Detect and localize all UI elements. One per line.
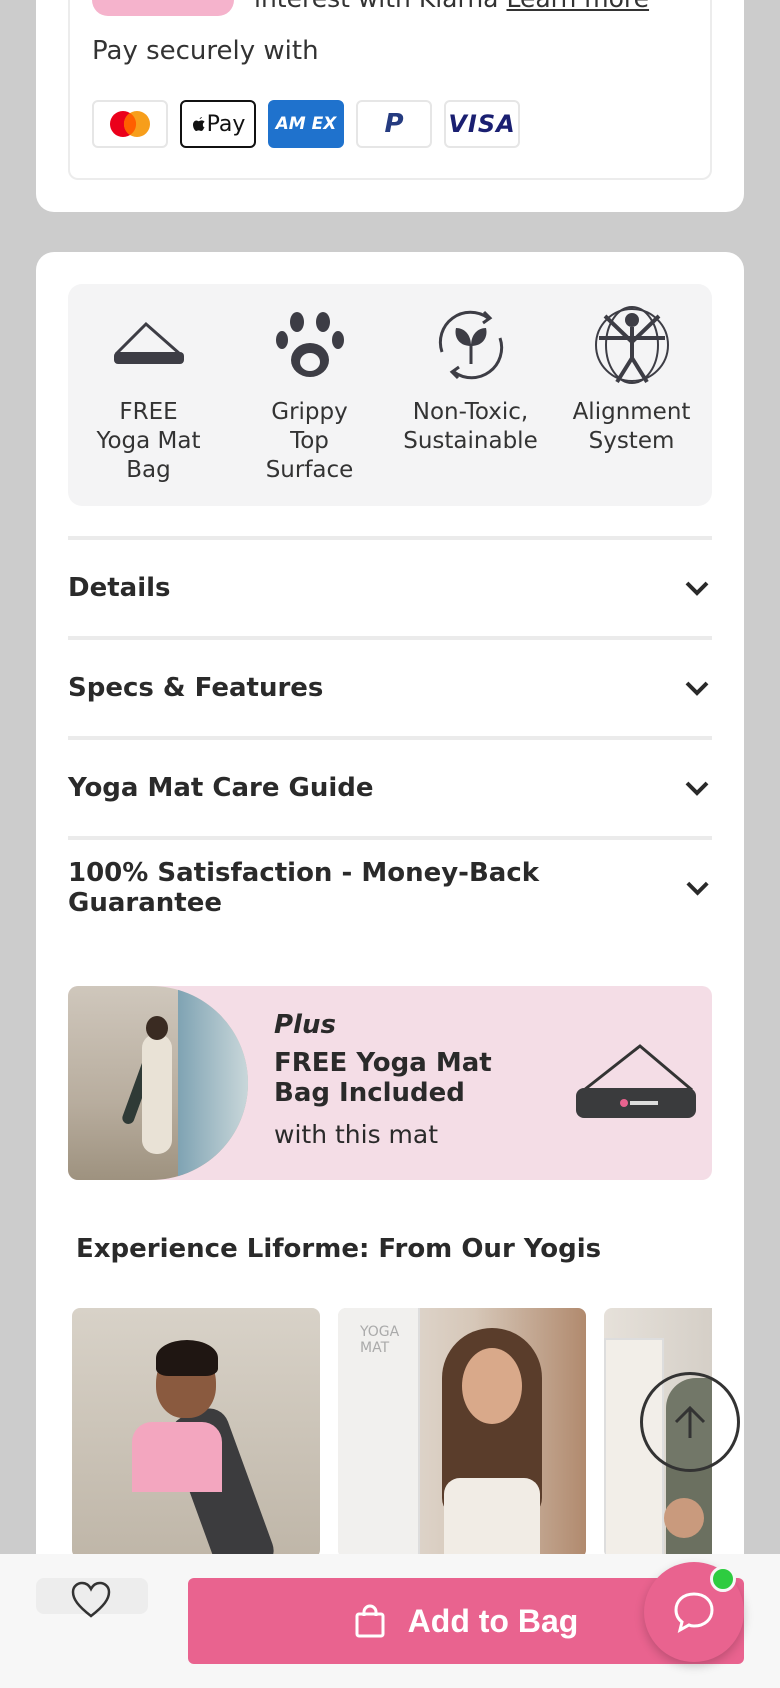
mastercard-icon [92,100,168,148]
feature-free-bag: FREE Yoga Mat Bag [68,284,229,506]
free-bag-promo-banner[interactable]: Plus FREE Yoga Mat Bag Included with thi… [68,986,712,1180]
ugc-video-carousel: YOGA MAT [72,1308,712,1558]
yoga-mat-bag-image [576,1044,696,1118]
accordion-care-guide[interactable]: Yoga Mat Care Guide [68,736,712,836]
online-status-dot [710,1566,736,1592]
ugc-section-title: Experience Liforme: From Our Yogis [76,1234,602,1264]
chevron-down-icon [685,581,709,596]
mat-box-text: YOGA MAT [360,1324,400,1356]
accordion-title: Yoga Mat Care Guide [68,773,374,803]
accordion-title: 100% Satisfaction - Money-Back Guarantee [68,858,540,918]
chat-bubble-icon [674,1592,714,1633]
chevron-down-icon [685,681,709,696]
chevron-down-icon [686,881,709,896]
paw-icon [275,312,344,377]
klarna-badge [92,0,234,16]
feature-label: Grippy Top Surface [265,399,354,483]
feature-label: Non-Toxic, Sustainable [403,399,538,454]
product-accordion: Details Specs & Features Yoga Mat Care G… [68,536,712,936]
paypal-icon: P [356,100,432,148]
feature-label: Alignment System [572,399,691,454]
arrow-up-icon [674,1405,706,1438]
pay-securely-label: Pay securely with [92,36,319,66]
klarna-text: interest with Klarna [254,0,499,13]
feature-grippy: Grippy Top Surface [229,284,390,506]
promo-title: FREE Yoga Mat Bag Included [274,1048,492,1108]
feature-sustainable: Non-Toxic, Sustainable [390,284,551,506]
apple-pay-label: Pay [206,111,246,137]
scroll-to-top-button[interactable] [640,1372,740,1472]
payment-card: interest with Klarna Learn more Pay secu… [36,0,744,212]
accordion-specs[interactable]: Specs & Features [68,636,712,736]
payment-methods: Pay AM EX P VISA [92,100,520,148]
ugc-video[interactable] [72,1308,320,1558]
promo-subtitle: with this mat [274,1120,439,1149]
klarna-message: interest with Klarna Learn more [254,0,649,13]
product-info-card: FREE Yoga Mat Bag Grippy Top Surface Non… [36,252,744,1688]
shopping-bag-icon [355,1604,385,1638]
eco-cycle-icon [438,310,503,380]
vitruvian-man-icon [594,306,669,384]
accordion-title: Details [68,573,171,603]
yoga-mat-bag-icon [113,321,184,364]
feature-alignment: Alignment System [551,284,712,506]
feature-highlights: FREE Yoga Mat Bag Grippy Top Surface Non… [68,284,712,506]
feature-label: FREE Yoga Mat Bag [96,399,201,483]
heart-icon[interactable] [70,1580,112,1620]
accordion-details[interactable]: Details [68,536,712,636]
promo-plus: Plus [274,1010,336,1040]
amex-icon: AM EX [268,100,344,148]
promo-photo [68,986,248,1180]
accordion-guarantee[interactable]: 100% Satisfaction - Money-Back Guarantee [68,836,712,936]
add-to-bag-label: Add to Bag [407,1602,579,1639]
payment-box: interest with Klarna Learn more Pay secu… [68,0,712,180]
chevron-down-icon [685,781,709,796]
visa-icon: VISA [444,100,520,148]
apple-pay-icon: Pay [180,100,256,148]
accordion-title: Specs & Features [68,673,324,703]
ugc-video[interactable]: YOGA MAT [338,1308,586,1558]
klarna-learn-more-link[interactable]: Learn more [506,0,649,13]
